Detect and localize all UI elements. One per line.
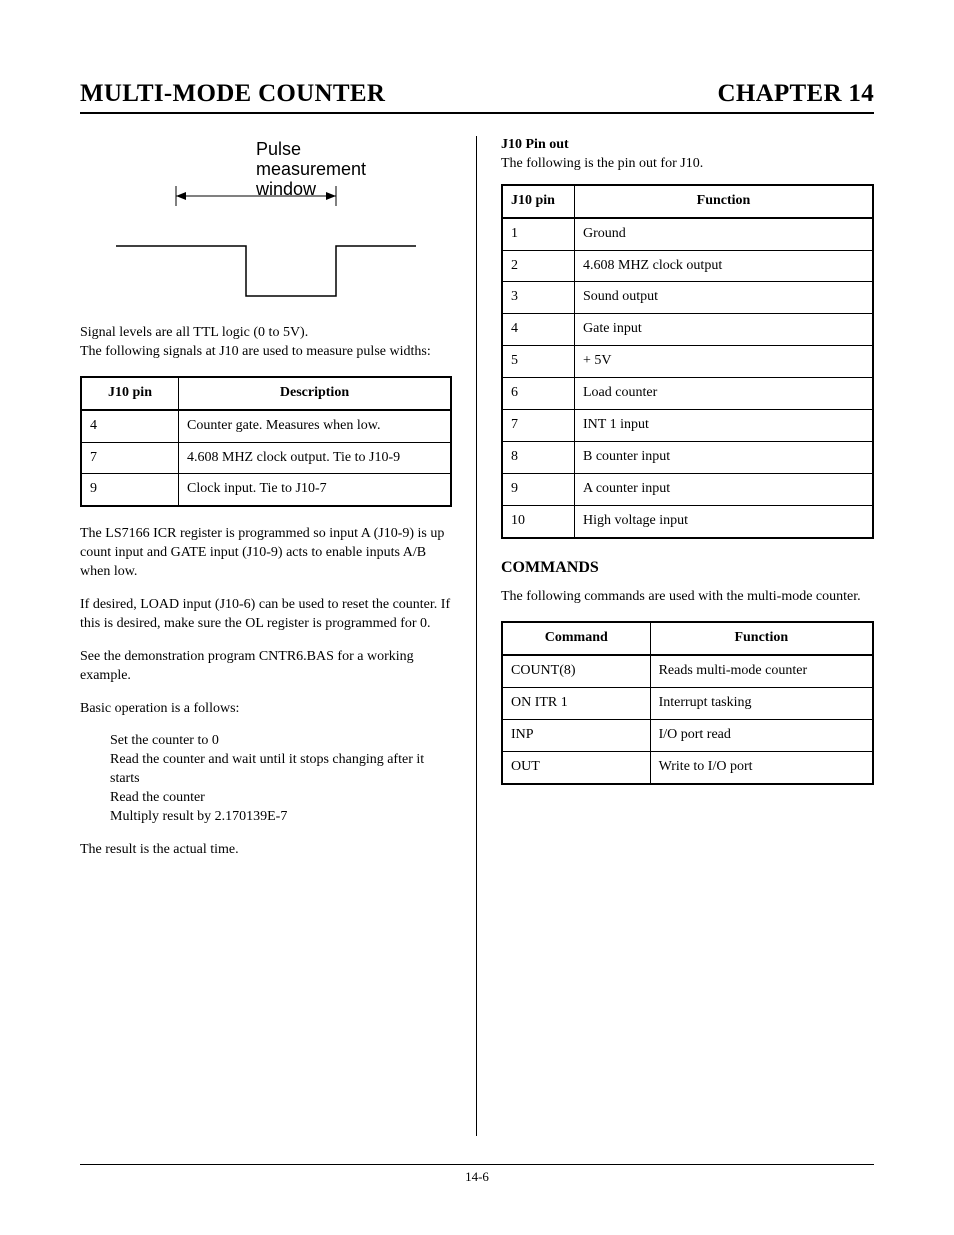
table-header: Command: [503, 623, 651, 656]
table-row: 8B counter input: [503, 442, 872, 474]
table-header: J10 pin: [82, 378, 179, 411]
paragraph: The following commands are used with the…: [501, 588, 874, 607]
cell: Interrupt tasking: [651, 688, 872, 720]
table-row: 74.608 MHZ clock output. Tie to J10-9: [82, 443, 450, 475]
table-row: INPI/O port read: [503, 720, 872, 752]
list-item: Set the counter to 0: [110, 732, 452, 751]
steps-list: Set the counter to 0 Read the counter an…: [110, 732, 452, 826]
cell: 4.608 MHZ clock output. Tie to J10-9: [179, 443, 450, 475]
table-row: 1Ground: [503, 219, 872, 251]
table-row: OUTWrite to I/O port: [503, 752, 872, 783]
cell: ON ITR 1: [503, 688, 651, 720]
text: Signal levels are all TTL logic (0 to 5V…: [80, 325, 308, 340]
table-header: Description: [179, 378, 450, 411]
table-row: 6Load counter: [503, 378, 872, 410]
columns: Pulse measurement window Signal levels a…: [80, 136, 874, 1136]
cell: 4: [82, 411, 179, 443]
table-row: ON ITR 1Interrupt tasking: [503, 688, 872, 720]
cell: Clock input. Tie to J10-7: [179, 474, 450, 505]
header-right: CHAPTER 14: [718, 80, 874, 108]
table-row: 9Clock input. Tie to J10-7: [82, 474, 450, 505]
cell: Write to I/O port: [651, 752, 872, 783]
cell: I/O port read: [651, 720, 872, 752]
table-commands: Command Function COUNT(8)Reads multi-mod…: [501, 621, 874, 784]
cell: 4.608 MHZ clock output: [575, 251, 872, 283]
cell: Sound output: [575, 282, 872, 314]
list-item: Read the counter: [110, 789, 452, 808]
table-header: J10 pin: [503, 186, 575, 219]
table-header: Function: [575, 186, 872, 219]
cell: 7: [503, 410, 575, 442]
table-row: 4Gate input: [503, 314, 872, 346]
paragraph: If desired, LOAD input (J10-6) can be us…: [80, 596, 452, 634]
cell: Reads multi-mode counter: [651, 656, 872, 688]
cell: Gate input: [575, 314, 872, 346]
list-item: Multiply result by 2.170139E-7: [110, 808, 452, 827]
cell: 9: [503, 474, 575, 506]
pulse-diagram: Pulse measurement window: [116, 136, 416, 306]
table-j10-signals: J10 pin Description 4Counter gate. Measu…: [80, 376, 452, 508]
commands-heading: COMMANDS: [501, 557, 874, 579]
table-row: 3Sound output: [503, 282, 872, 314]
table-row: 24.608 MHZ clock output: [503, 251, 872, 283]
table-row: 7INT 1 input: [503, 410, 872, 442]
cell: 2: [503, 251, 575, 283]
table-row: 10High voltage input: [503, 506, 872, 537]
cell: High voltage input: [575, 506, 872, 537]
cell: 1: [503, 219, 575, 251]
header-left: MULTI-MODE COUNTER: [80, 80, 385, 108]
cell: 3: [503, 282, 575, 314]
table-row: 5+ 5V: [503, 346, 872, 378]
cell: Load counter: [575, 378, 872, 410]
paragraph: The LS7166 ICR register is programmed so…: [80, 525, 452, 582]
pulse-waveform-icon: [116, 136, 416, 306]
table-row: COUNT(8)Reads multi-mode counter: [503, 656, 872, 688]
cell: 9: [82, 474, 179, 505]
cell: A counter input: [575, 474, 872, 506]
cell: Ground: [575, 219, 872, 251]
paragraph: Basic operation is a follows:: [80, 700, 452, 719]
paragraph: The result is the actual time.: [80, 841, 452, 860]
list-item: Read the counter and wait until it stops…: [110, 751, 452, 789]
paragraph: Signal levels are all TTL logic (0 to 5V…: [80, 324, 452, 362]
cell: 7: [82, 443, 179, 475]
cell: + 5V: [575, 346, 872, 378]
cell: OUT: [503, 752, 651, 783]
page-number: 14-6: [80, 1164, 874, 1185]
text: The following is the pin out for J10.: [501, 156, 703, 171]
cell: 5: [503, 346, 575, 378]
cell: COUNT(8): [503, 656, 651, 688]
left-column: Pulse measurement window Signal levels a…: [80, 136, 477, 1136]
footer: 14-6: [80, 1164, 874, 1185]
cell: 6: [503, 378, 575, 410]
text: The following signals at J10 are used to…: [80, 344, 431, 359]
cell: 10: [503, 506, 575, 537]
right-column: J10 Pin out The following is the pin out…: [477, 136, 874, 1136]
pinout-title: J10 Pin out: [501, 137, 569, 152]
paragraph: See the demonstration program CNTR6.BAS …: [80, 648, 452, 686]
table-row: 4Counter gate. Measures when low.: [82, 411, 450, 443]
page: MULTI-MODE COUNTER CHAPTER 14 Pulse meas…: [0, 0, 954, 1235]
cell: B counter input: [575, 442, 872, 474]
paragraph: J10 Pin out The following is the pin out…: [501, 136, 874, 174]
cell: INP: [503, 720, 651, 752]
table-j10-pinout: J10 pin Function 1Ground 24.608 MHZ cloc…: [501, 184, 874, 539]
table-row: 9A counter input: [503, 474, 872, 506]
cell: 8: [503, 442, 575, 474]
cell: 4: [503, 314, 575, 346]
cell: Counter gate. Measures when low.: [179, 411, 450, 443]
cell: INT 1 input: [575, 410, 872, 442]
page-header: MULTI-MODE COUNTER CHAPTER 14: [80, 80, 874, 114]
table-header: Function: [651, 623, 872, 656]
